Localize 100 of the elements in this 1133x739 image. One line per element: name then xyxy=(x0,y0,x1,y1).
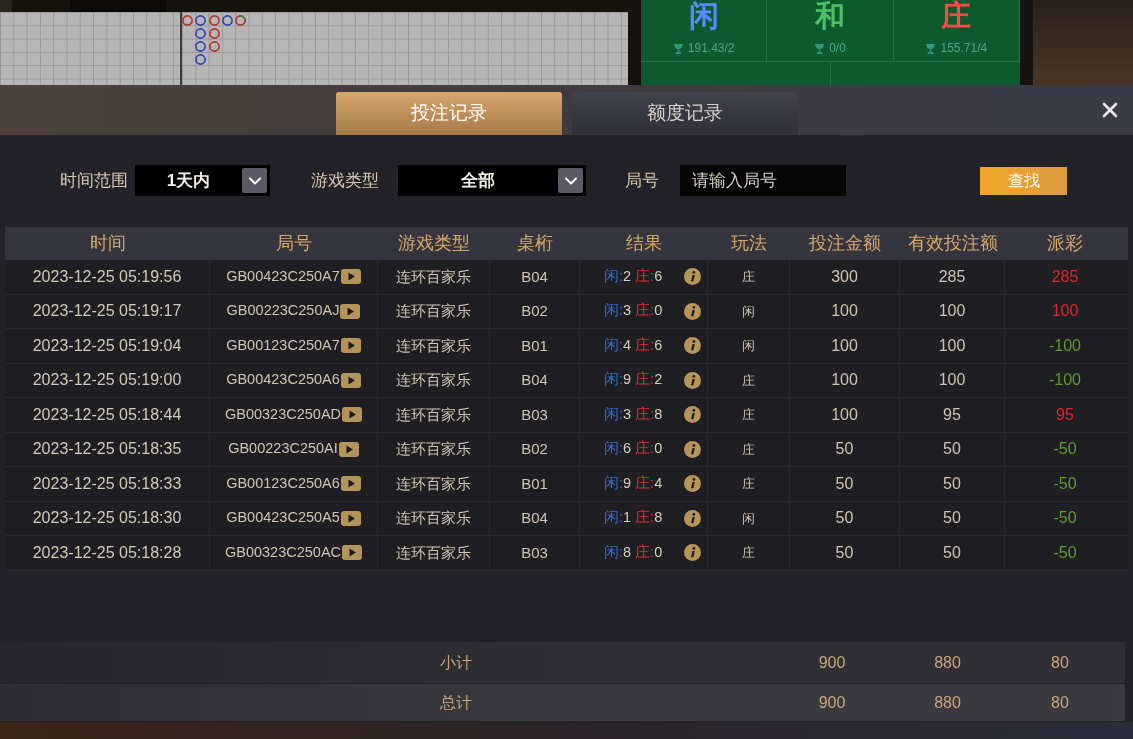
column-header: 结果 xyxy=(626,232,662,255)
total-label: 总计 xyxy=(440,692,472,713)
round-id-text: GB00323C250AC xyxy=(224,542,342,562)
payout-text: 285 xyxy=(1051,266,1079,287)
game-type-select[interactable]: 全部 xyxy=(398,165,586,196)
table-code-text: B01 xyxy=(521,335,548,356)
info-icon[interactable] xyxy=(684,302,702,320)
bet-amount-text: 50 xyxy=(835,542,854,563)
bet-side-text: 庄 xyxy=(742,371,755,390)
round-id-text: GB00223C250AJ xyxy=(226,301,340,321)
info-icon[interactable] xyxy=(684,268,702,286)
column-header: 派彩 xyxy=(1047,232,1083,255)
result-text: 闲:2 庄:6 xyxy=(604,266,663,286)
play-icon[interactable] xyxy=(340,510,361,526)
payout-text: -50 xyxy=(1053,508,1077,529)
time-range-select[interactable]: 1天内 xyxy=(135,165,270,196)
subtotal-valid-amount: 880 xyxy=(934,652,961,673)
play-icon[interactable] xyxy=(340,303,361,319)
subtotal-label: 小计 xyxy=(440,652,472,673)
chevron-down-icon[interactable] xyxy=(558,168,583,193)
payout-text: 100 xyxy=(1051,301,1079,322)
table-code-text: B04 xyxy=(521,508,548,528)
table-code-text: B04 xyxy=(521,370,548,390)
tab[interactable]: 额度记录 xyxy=(571,92,798,135)
round-id-text: GB00123C250A7 xyxy=(226,335,340,355)
info-icon[interactable] xyxy=(684,509,702,527)
play-icon[interactable] xyxy=(338,441,359,457)
valid-amount-text: 50 xyxy=(943,508,961,529)
valid-amount-text: 50 xyxy=(943,473,961,494)
table-code-text: B02 xyxy=(521,439,548,459)
play-icon[interactable] xyxy=(342,545,363,561)
result-text: 闲:1 庄:8 xyxy=(604,508,663,528)
bet-amount-text: 50 xyxy=(835,473,854,494)
bet-amount-text: 100 xyxy=(831,404,858,425)
info-icon[interactable] xyxy=(684,371,702,389)
game-type-text: 连环百家乐 xyxy=(396,370,471,390)
result-text: 闲:9 庄:2 xyxy=(604,370,663,390)
column-header: 游戏类型 xyxy=(398,232,470,255)
play-icon[interactable] xyxy=(340,476,361,492)
bet-amount-text: 300 xyxy=(831,266,858,287)
filter-label: 局号 xyxy=(625,169,659,192)
info-icon[interactable] xyxy=(684,475,702,493)
round-number-input[interactable]: 请输入局号 xyxy=(680,165,846,196)
cup-icon xyxy=(925,42,937,54)
column-header: 时间 xyxy=(89,232,126,255)
valid-amount-text: 100 xyxy=(938,335,966,356)
bet-option-stat: 191.43/2 xyxy=(687,40,735,57)
bet-side-text: 闲 xyxy=(742,337,755,355)
table-code-text: B01 xyxy=(521,473,548,494)
bet-amount-text: 100 xyxy=(831,335,858,356)
game-type-text: 连环百家乐 xyxy=(396,266,471,287)
payout-text: -50 xyxy=(1053,473,1077,494)
play-icon[interactable] xyxy=(342,407,363,423)
bet-time-text: 2023-12-25 05:18:33 xyxy=(32,473,182,494)
game-type-text: 连环百家乐 xyxy=(396,301,471,321)
valid-amount-text: 50 xyxy=(943,542,961,563)
valid-amount-text: 95 xyxy=(943,404,961,425)
bet-side-text: 庄 xyxy=(742,406,755,424)
column-header: 投注金额 xyxy=(809,232,881,255)
bet-option-label[interactable]: 和 xyxy=(815,0,845,32)
total-amount: 900 xyxy=(818,692,846,713)
table-code-text: B03 xyxy=(521,542,548,563)
game-type-text: 连环百家乐 xyxy=(396,335,471,356)
info-icon[interactable] xyxy=(684,544,702,562)
bet-time-text: 2023-12-25 05:19:04 xyxy=(32,335,182,356)
bet-side-text: 庄 xyxy=(742,475,755,493)
column-header: 桌桁 xyxy=(517,232,553,255)
round-id-text: GB00423C250A6 xyxy=(226,370,340,390)
subtotal-amount: 900 xyxy=(818,652,846,673)
bet-option-label[interactable]: 闲 xyxy=(688,0,719,32)
payout-text: -50 xyxy=(1053,542,1077,563)
round-id-text: GB00423C250A7 xyxy=(226,266,340,286)
game-type-text: 连环百家乐 xyxy=(396,473,471,494)
bet-time-text: 2023-12-25 05:18:30 xyxy=(32,508,182,529)
result-text: 闲:8 庄:0 xyxy=(604,542,663,562)
valid-amount-text: 100 xyxy=(938,301,966,322)
round-id-text: GB00223C250AI xyxy=(228,439,338,459)
play-icon[interactable] xyxy=(340,269,361,285)
bet-side-text: 庄 xyxy=(742,440,755,459)
info-icon[interactable] xyxy=(684,337,702,355)
round-id-text: GB00323C250AD xyxy=(224,404,342,424)
info-icon[interactable] xyxy=(684,406,702,424)
tab[interactable]: 投注记录 xyxy=(335,92,562,135)
result-text: 闲:9 庄:4 xyxy=(604,473,663,493)
play-icon[interactable] xyxy=(340,372,361,388)
bet-time-text: 2023-12-25 05:18:35 xyxy=(32,439,182,460)
result-text: 闲:4 庄:6 xyxy=(604,335,663,355)
chevron-down-icon[interactable] xyxy=(242,168,267,193)
search-button[interactable]: 查找 xyxy=(980,166,1067,195)
info-icon[interactable] xyxy=(684,440,702,458)
table-code-text: B03 xyxy=(521,404,548,425)
bet-side-text: 闲 xyxy=(742,509,755,528)
payout-text: -50 xyxy=(1053,439,1077,460)
column-header: 有效投注额 xyxy=(907,232,998,255)
filter-label: 时间范围 xyxy=(60,169,128,192)
bet-side-text: 闲 xyxy=(742,302,755,321)
payout-text: 95 xyxy=(1056,404,1074,425)
payout-text: -100 xyxy=(1049,335,1081,356)
bet-option-label[interactable]: 庄 xyxy=(941,0,972,32)
play-icon[interactable] xyxy=(340,338,361,354)
